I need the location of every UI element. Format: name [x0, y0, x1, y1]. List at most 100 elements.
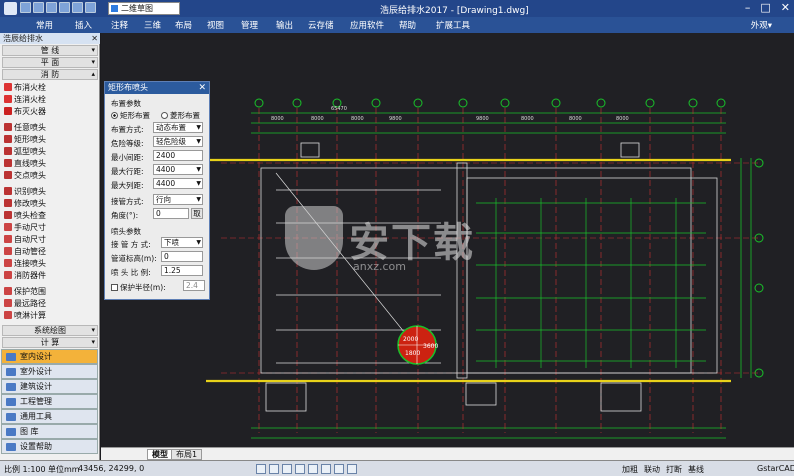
radio-checked-icon — [111, 112, 118, 119]
category-project[interactable]: 工程管理 — [1, 394, 98, 409]
cmd-line-sprinkler[interactable]: 直线喷头 — [4, 159, 46, 170]
osnap-icon[interactable] — [308, 464, 318, 474]
menu-item-view[interactable]: 视图 — [207, 19, 224, 31]
hazard-select[interactable]: 轻危险级 ▼ — [153, 136, 203, 147]
hydrant-icon — [4, 83, 12, 91]
status-linkage[interactable]: 联动 — [644, 464, 660, 475]
dialog-close-icon[interactable]: ✕ — [198, 82, 206, 94]
min-spacing-input[interactable]: 2400 — [153, 150, 203, 161]
connect-select[interactable]: 行向 ▼ — [153, 194, 203, 205]
menu-item-insert[interactable]: 插入 — [75, 19, 92, 31]
tab-model[interactable]: 模型 — [147, 449, 173, 460]
undo-icon[interactable] — [72, 2, 83, 13]
circle-label: 2000 — [403, 336, 418, 343]
group-calculation[interactable]: 计 算 ▾ — [2, 337, 98, 348]
radio-label: 矩形布置 — [120, 111, 150, 120]
menu-item-3d[interactable]: 三维 — [144, 19, 161, 31]
group-fire[interactable]: 消 防 ▴ — [2, 69, 98, 80]
category-settings[interactable]: 设置帮助 — [1, 439, 98, 454]
menu-item-help[interactable]: 帮助 — [399, 19, 416, 31]
maximize-icon[interactable]: □ — [760, 1, 770, 14]
ortho-icon[interactable] — [282, 464, 292, 474]
status-break[interactable]: 打断 — [666, 464, 682, 475]
status-bold[interactable]: 加粗 — [622, 464, 638, 475]
cmd-manual-dim[interactable]: 手动尺寸 — [4, 223, 46, 234]
connect-value: 行向 — [156, 195, 171, 204]
tab-layout1[interactable]: 布局1 — [171, 449, 203, 460]
workspace-select[interactable]: 二维草图 — [108, 2, 180, 15]
protect-input[interactable]: 2.4 — [183, 280, 205, 291]
group-label: 消 防 — [40, 70, 60, 79]
ratio-input[interactable]: 1.25 — [161, 265, 203, 276]
mode-select[interactable]: 动态布置 ▼ — [153, 122, 203, 133]
cmd-edit-sprinkler[interactable]: 修改喷头 — [4, 199, 46, 210]
menu-bar: 常用 插入 注释 三维 布局 视图 管理 输出 云存储 应用软件 帮助 扩展工具… — [0, 17, 794, 33]
cmd-connect-sprinkler[interactable]: 连接喷头 — [4, 259, 46, 270]
cmd-spray-calc[interactable]: 喷淋计算 — [4, 311, 46, 322]
menu-item-cloud[interactable]: 云存储 — [308, 19, 334, 31]
menu-item-output[interactable]: 输出 — [276, 19, 293, 31]
cmd-place-hydrant[interactable]: 布消火栓 — [4, 83, 46, 94]
cmd-arc-sprinkler[interactable]: 弧型喷头 — [4, 147, 46, 158]
group-system-drawing[interactable]: 系统绘图 ▾ — [2, 325, 98, 336]
pipe-diameter-icon — [4, 247, 12, 255]
angle-input[interactable]: 0 — [153, 208, 189, 219]
cmd-place-extinguisher[interactable]: 布灭火器 — [4, 107, 46, 118]
menu-item-manage[interactable]: 管理 — [241, 19, 258, 31]
mode-value: 动态布置 — [156, 123, 186, 132]
open-file-icon[interactable] — [33, 2, 44, 13]
angle-pick-button[interactable]: 取 — [191, 208, 203, 219]
print-icon[interactable] — [59, 2, 70, 13]
pipe-elev-label: 管道标高(m): — [111, 254, 157, 263]
category-building[interactable]: 建筑设计 — [1, 379, 98, 394]
menu-item-home[interactable]: 常用 — [36, 19, 53, 31]
polar-icon[interactable] — [295, 464, 305, 474]
pipe-elev-input[interactable]: 0 — [161, 251, 203, 262]
status-scale[interactable]: 比例 1:100 — [4, 464, 46, 475]
menu-item-extensions[interactable]: 扩展工具 — [436, 19, 470, 31]
cmd-rect-sprinkler[interactable]: 矩形喷头 — [4, 135, 46, 146]
lineweight-icon[interactable] — [334, 464, 344, 474]
menu-item-layout[interactable]: 布局 — [175, 19, 192, 31]
radio-diamond[interactable]: 菱形布置 — [161, 110, 200, 121]
fire-device-icon — [4, 271, 12, 279]
cmd-far-path[interactable]: 最远路径 — [4, 299, 46, 310]
max-col-input[interactable]: 4400 ▼ — [153, 178, 203, 189]
far-path-icon — [4, 299, 12, 307]
grid-icon[interactable] — [269, 464, 279, 474]
new-file-icon[interactable] — [20, 2, 31, 13]
menu-item-apps[interactable]: 应用软件 — [350, 19, 384, 31]
cmd-check-sprinkler[interactable]: 喷头检查 — [4, 211, 46, 222]
panel-close-icon[interactable]: ✕ — [91, 33, 98, 44]
category-indoor[interactable]: 室内设计 — [1, 349, 98, 364]
close-icon[interactable]: ✕ — [781, 1, 790, 14]
cmd-cross-sprinkler[interactable]: 交点喷头 — [4, 171, 46, 182]
cmd-link-hydrant[interactable]: 连消火栓 — [4, 95, 46, 106]
otrack-icon[interactable] — [321, 464, 331, 474]
save-icon[interactable] — [46, 2, 57, 13]
stair-blocks — [265, 142, 642, 412]
status-baseline[interactable]: 基线 — [688, 464, 704, 475]
group-pipes[interactable]: 管 线 ▾ — [2, 45, 98, 56]
model-space-icon[interactable] — [347, 464, 357, 474]
appearance-button[interactable]: 外观▾ — [751, 19, 772, 31]
menu-item-annotate[interactable]: 注释 — [111, 19, 128, 31]
protect-checkbox[interactable]: 保护半径(m): — [111, 282, 166, 293]
cmd-auto-dim[interactable]: 自动尺寸 — [4, 235, 46, 246]
snap-icon[interactable] — [256, 464, 266, 474]
max-row-value: 4400 — [156, 165, 176, 174]
minimize-icon[interactable]: – — [745, 1, 751, 14]
cmd-auto-diameter[interactable]: 自动管径 — [4, 247, 46, 258]
radio-rect[interactable]: 矩形布置 — [111, 110, 150, 121]
category-outdoor[interactable]: 室外设计 — [1, 364, 98, 379]
redo-icon[interactable] — [85, 2, 96, 13]
cmd-any-sprinkler[interactable]: 任意喷头 — [4, 123, 46, 134]
category-library[interactable]: 图 库 — [1, 424, 98, 439]
category-tools[interactable]: 通用工具 — [1, 409, 98, 424]
cmd-fire-devices[interactable]: 消防器件 — [4, 271, 46, 282]
cmd-detect-sprinkler[interactable]: 识别喷头 — [4, 187, 46, 198]
max-row-input[interactable]: 4400 ▼ — [153, 164, 203, 175]
pipe-mode-select[interactable]: 下喷 ▼ — [161, 237, 203, 248]
group-plan[interactable]: 平 面 ▾ — [2, 57, 98, 68]
cmd-protect-range[interactable]: 保护范围 — [4, 287, 46, 298]
